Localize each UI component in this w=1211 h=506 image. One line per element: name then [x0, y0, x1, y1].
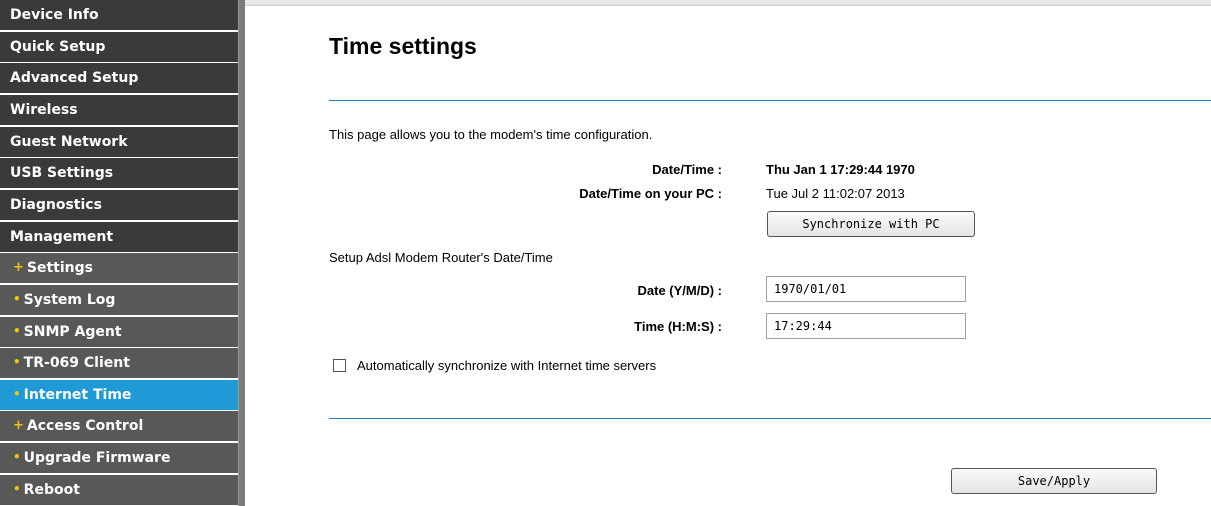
page-title: Time settings: [329, 33, 477, 59]
dot-bullet-icon: •: [13, 387, 21, 401]
sidebar-item-quick-setup[interactable]: Quick Setup: [0, 32, 238, 62]
sidebar-item-label: Settings: [26, 260, 93, 276]
sidebar-item-label: Internet Time: [23, 387, 132, 403]
sidebar-item-label: Diagnostics: [10, 197, 102, 213]
sidebar-item-label: Quick Setup: [10, 39, 106, 55]
sidebar-item-label: TR-069 Client: [23, 355, 130, 371]
sidebar-item-management[interactable]: Management: [0, 222, 238, 252]
sidebar-item-internet-time[interactable]: • Internet Time: [0, 380, 238, 410]
sidebar-item-snmp-agent[interactable]: • SNMP Agent: [0, 317, 238, 347]
sidebar-nav: Device Info Quick Setup Advanced Setup Wire…: [0, 0, 238, 506]
sidebar-item-diagnostics[interactable]: Diagnostics: [0, 190, 238, 220]
sidebar-item-device-info[interactable]: Device Info: [0, 0, 238, 30]
pc-datetime-value: Tue Jul 2 11:02:07 2013: [766, 186, 905, 201]
sidebar-item-label: Advanced Setup: [10, 70, 139, 86]
sidebar-item-label: Management: [10, 229, 114, 245]
sidebar-item-label: Reboot: [23, 482, 80, 498]
sidebar-item-advanced-setup[interactable]: Advanced Setup: [0, 63, 238, 93]
time-label: Time (H:M:S) :: [634, 319, 722, 334]
sidebar-item-label: Access Control: [26, 418, 144, 434]
dot-bullet-icon: •: [13, 450, 21, 464]
dot-bullet-icon: •: [13, 292, 21, 306]
date-input[interactable]: [766, 276, 966, 302]
setup-section-label: Setup Adsl Modem Router's Date/Time: [329, 250, 553, 265]
top-divider: [329, 100, 1211, 101]
auto-sync-checkbox[interactable]: [333, 359, 346, 372]
sidebar-item-label: USB Settings: [10, 165, 114, 181]
sidebar-item-system-log[interactable]: • System Log: [0, 285, 238, 315]
synchronize-with-pc-button[interactable]: Synchronize with PC: [767, 211, 975, 237]
top-border: [245, 0, 1211, 6]
sidebar-item-label: Device Info: [10, 7, 99, 23]
datetime-value: Thu Jan 1 17:29:44 1970: [766, 162, 915, 177]
sidebar-item-guest-network[interactable]: Guest Network: [0, 127, 238, 157]
sidebar-item-label: SNMP Agent: [23, 324, 122, 340]
frame-divider: [238, 0, 245, 506]
datetime-label: Date/Time :: [652, 162, 722, 177]
sidebar-item-label: Guest Network: [10, 134, 128, 150]
bottom-divider: [329, 418, 1211, 419]
sidebar-item-label: System Log: [23, 292, 116, 308]
sidebar-item-tr-069-client[interactable]: • TR-069 Client: [0, 348, 238, 378]
time-input[interactable]: [766, 313, 966, 339]
sidebar-item-label: Upgrade Firmware: [23, 450, 171, 466]
sidebar-item-access-control[interactable]: + Access Control: [0, 411, 238, 441]
page-description: This page allows you to the modem's time…: [329, 127, 653, 142]
sidebar-item-label: Wireless: [10, 102, 78, 118]
sidebar-item-reboot[interactable]: • Reboot: [0, 475, 238, 505]
sidebar-item-settings[interactable]: + Settings: [0, 253, 238, 283]
save-apply-button[interactable]: Save/Apply: [951, 468, 1157, 494]
plus-bullet-icon: +: [13, 260, 24, 275]
pc-datetime-label: Date/Time on your PC :: [579, 186, 722, 201]
plus-bullet-icon: +: [13, 418, 24, 433]
sidebar-item-wireless[interactable]: Wireless: [0, 95, 238, 125]
dot-bullet-icon: •: [13, 324, 21, 338]
dot-bullet-icon: •: [13, 482, 21, 496]
auto-sync-label: Automatically synchronize with Internet …: [357, 358, 657, 373]
sidebar-item-usb-settings[interactable]: USB Settings: [0, 158, 238, 188]
sidebar-item-upgrade-firmware[interactable]: • Upgrade Firmware: [0, 443, 238, 473]
dot-bullet-icon: •: [13, 355, 21, 369]
date-label: Date (Y/M/D) :: [637, 283, 723, 298]
